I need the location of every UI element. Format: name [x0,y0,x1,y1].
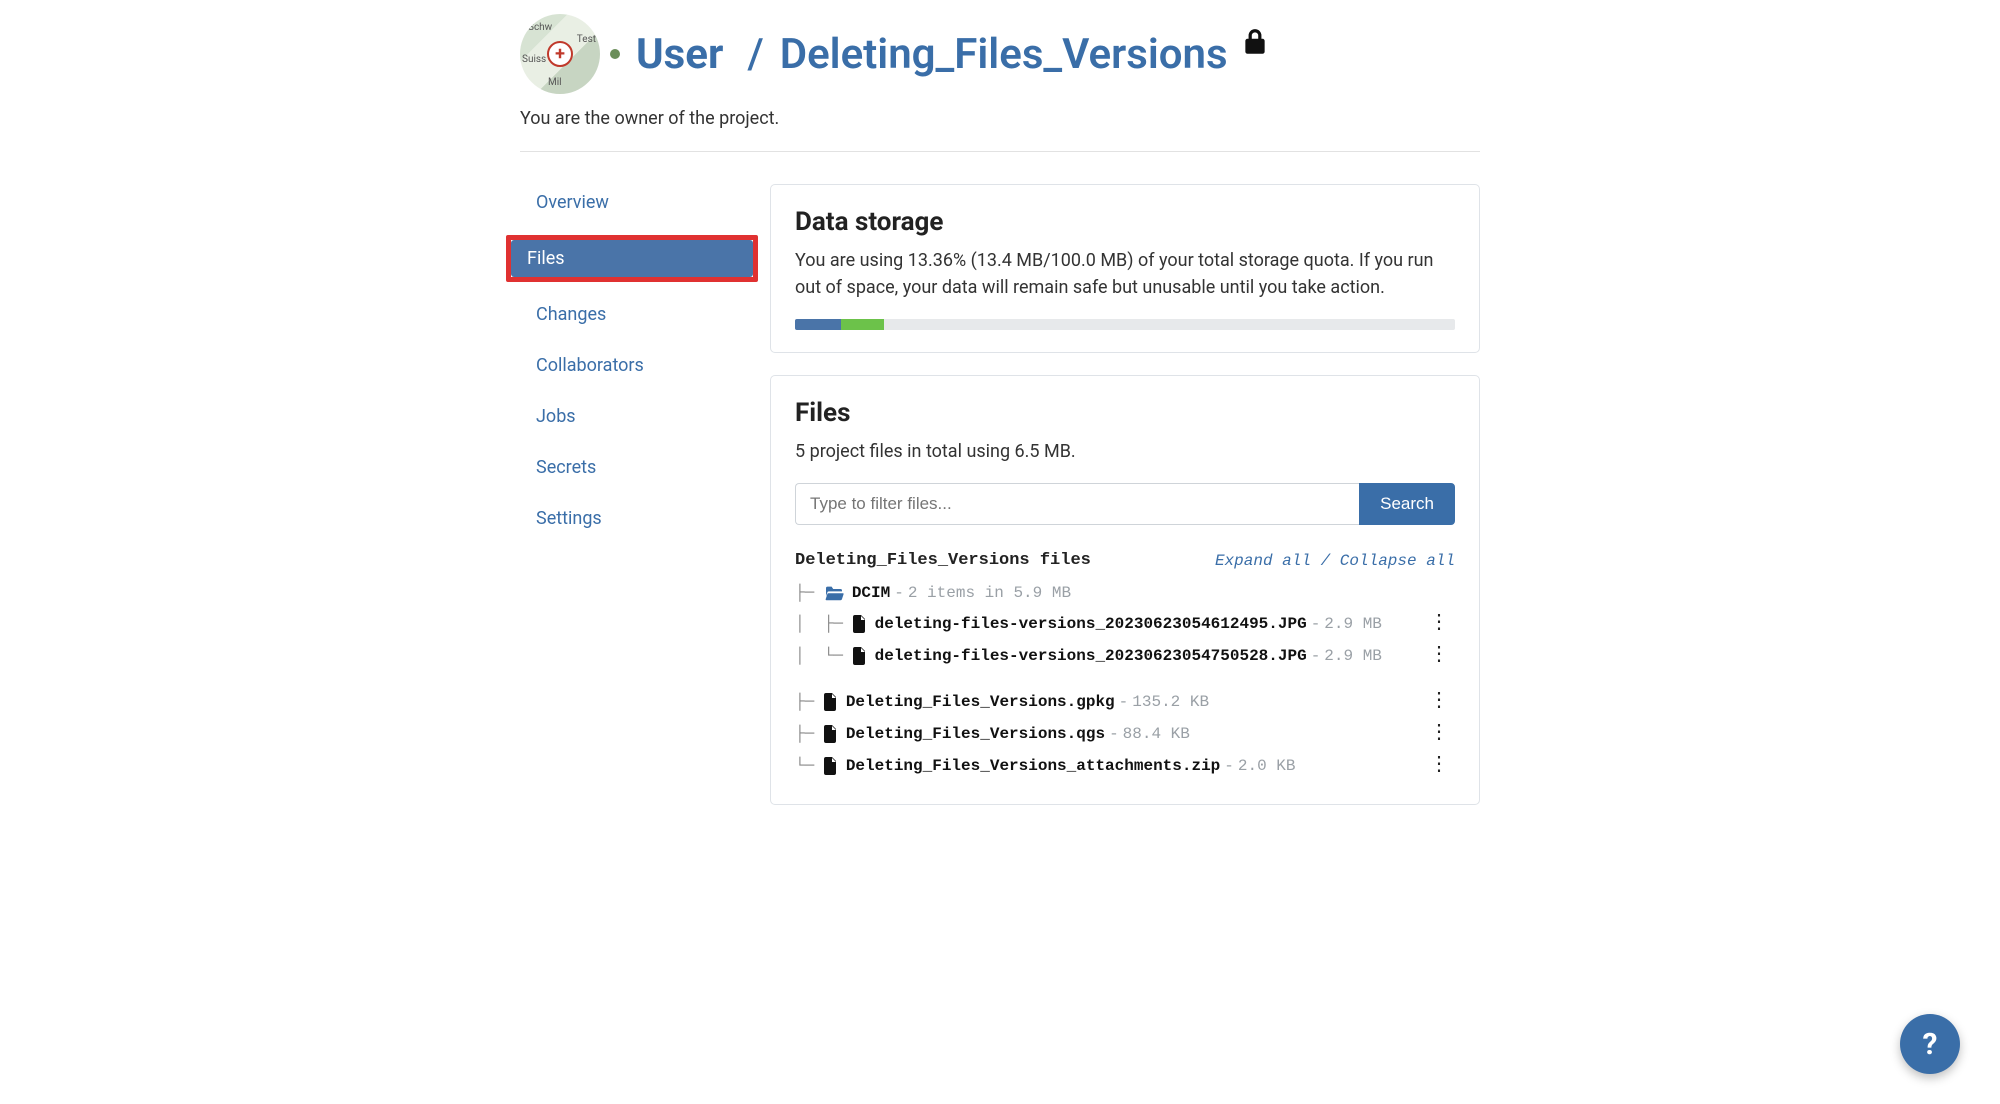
files-summary: 5 project files in total using 6.5 MB. [795,438,1455,465]
file-name[interactable]: deleting-files-versions_2023062305475052… [875,647,1307,665]
file-icon [824,725,838,743]
file-icon [824,757,838,775]
status-dot-icon [610,49,620,59]
sidebar-item-files[interactable]: Files [511,240,753,277]
sidebar: Overview Files Changes Collaborators Job… [520,184,752,827]
owner-message: You are the owner of the project. [520,108,1480,152]
tree-file-row: │ ├─ deleting-files-versions_20230623054… [795,608,1455,640]
file-name[interactable]: Deleting_Files_Versions.qgs [846,725,1105,743]
kebab-icon[interactable]: ⋮ [1423,692,1455,712]
files-card: Files 5 project files in total using 6.5… [770,375,1480,805]
sidebar-item-overview[interactable]: Overview [520,184,752,221]
file-icon [824,693,838,711]
folder-name: DCIM [852,584,890,602]
file-icon [853,615,867,633]
tree-folder-row[interactable]: ├─ DCIM - 2 items in 5.9 MB [795,578,1455,608]
file-name[interactable]: deleting-files-versions_2023062305461249… [875,615,1307,633]
storage-progress [795,319,1455,330]
file-size: 2.9 MB [1324,647,1382,665]
file-name[interactable]: Deleting_Files_Versions.gpkg [846,693,1115,711]
storage-card: Data storage You are using 13.36% (13.4 … [770,184,1480,353]
expand-all-link[interactable]: Expand all [1215,552,1311,570]
progress-segment-1 [795,319,841,330]
breadcrumb-separator: / [747,30,763,79]
kebab-icon[interactable]: ⋮ [1423,724,1455,744]
tree-file-row: └─ Deleting_Files_Versions_attachments.z… [795,750,1455,782]
project-header: Schw Test Suiss Mil User / Deleting_File… [520,0,1480,94]
user-link[interactable]: User [636,30,723,79]
progress-segment-2 [841,319,884,330]
storage-text: You are using 13.36% (13.4 MB/100.0 MB) … [795,247,1455,301]
file-name[interactable]: Deleting_Files_Versions_attachments.zip [846,757,1220,775]
lock-icon [1242,27,1268,57]
sidebar-item-jobs[interactable]: Jobs [520,398,752,435]
file-size: 88.4 KB [1123,725,1190,743]
avatar: Schw Test Suiss Mil [520,14,600,94]
kebab-icon[interactable]: ⋮ [1423,614,1455,634]
collapse-all-link[interactable]: Collapse all [1340,552,1455,570]
sidebar-item-secrets[interactable]: Secrets [520,449,752,486]
sidebar-highlight: Files [506,235,758,282]
kebab-icon[interactable]: ⋮ [1423,646,1455,666]
tree-file-row: ├─ Deleting_Files_Versions.gpkg - 135.2 … [795,686,1455,718]
file-size: 2.9 MB [1324,615,1382,633]
tree-actions: Expand all / Collapse all [1215,552,1455,570]
folder-meta: 2 items in 5.9 MB [908,584,1071,602]
file-size: 2.0 KB [1238,757,1296,775]
kebab-icon[interactable]: ⋮ [1423,756,1455,776]
file-tree: ├─ DCIM - 2 items in 5.9 MB │ ├─ [795,578,1455,782]
tree-title: Deleting_Files_Versions files [795,551,1091,570]
file-size: 135.2 KB [1132,693,1209,711]
storage-title: Data storage [795,207,1455,237]
search-button[interactable]: Search [1359,483,1455,525]
file-icon [853,647,867,665]
help-fab[interactable]: ? [1900,1014,1960,1074]
folder-open-icon [824,585,844,601]
tree-file-row: ├─ Deleting_Files_Versions.qgs - 88.4 KB… [795,718,1455,750]
tree-file-row: │ └─ deleting-files-versions_20230623054… [795,640,1455,672]
sidebar-item-collaborators[interactable]: Collaborators [520,347,752,384]
filter-input[interactable] [795,483,1359,525]
project-link[interactable]: Deleting_Files_Versions [780,30,1228,79]
files-title: Files [795,398,1455,428]
sidebar-item-settings[interactable]: Settings [520,500,752,537]
sidebar-item-changes[interactable]: Changes [520,296,752,333]
